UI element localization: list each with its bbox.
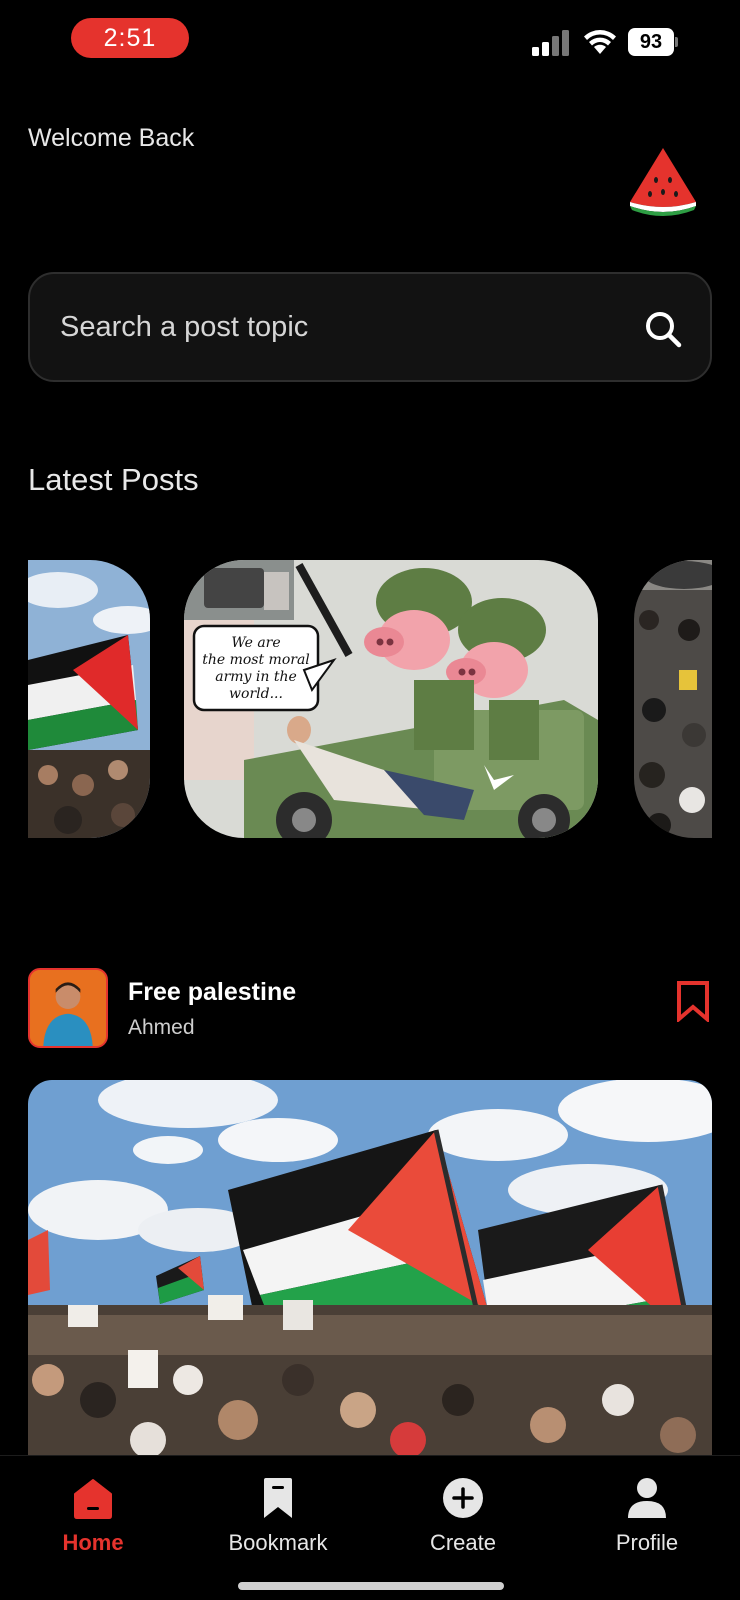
nav-home[interactable]: Home [18, 1476, 168, 1576]
search-icon[interactable] [642, 308, 684, 350]
post-image[interactable] [28, 1080, 712, 1455]
bookmark-icon [264, 1478, 292, 1518]
nav-create[interactable]: Create [388, 1476, 538, 1576]
post-header[interactable]: Free palestine Ahmed [28, 968, 712, 1050]
svg-text:the most moral: the most moral [202, 652, 310, 668]
post-author: Ahmed [128, 1016, 195, 1039]
latest-posts-carousel[interactable]: We are the most moral army in the world.… [0, 560, 740, 840]
svg-text:army in the: army in the [215, 669, 297, 685]
status-time: 2:51 [71, 18, 189, 58]
nav-bookmark-label: Bookmark [228, 1530, 328, 1555]
welcome-text: Welcome Back [28, 124, 195, 152]
bottom-nav: Home Bookmark Create Profile [0, 1455, 740, 1600]
plus-circle-icon [443, 1478, 483, 1518]
nav-profile-label: Profile [615, 1530, 679, 1555]
bookmark-icon[interactable] [676, 980, 710, 1022]
latest-posts-title: Latest Posts [28, 462, 199, 497]
svg-text:world...: world... [229, 686, 283, 702]
nav-profile[interactable]: Profile [572, 1476, 722, 1576]
post-title: Free palestine [128, 978, 297, 1006]
battery-indicator: 93 [628, 28, 678, 56]
latest-post-card[interactable] [28, 560, 150, 838]
search-input[interactable] [60, 302, 620, 352]
user-icon [628, 1478, 666, 1518]
home-indicator[interactable] [238, 1582, 504, 1590]
nav-bookmark[interactable]: Bookmark [203, 1476, 353, 1576]
signal-icon [532, 30, 569, 56]
search-bar[interactable] [28, 272, 712, 382]
wifi-icon [584, 30, 616, 54]
avatar[interactable] [28, 968, 108, 1048]
latest-post-card-featured[interactable]: We are the most moral army in the world.… [184, 560, 598, 838]
status-bar: 2:51 93 [0, 0, 740, 80]
svg-text:We are: We are [231, 635, 280, 651]
watermelon-icon [630, 148, 696, 216]
home-icon [74, 1479, 112, 1519]
latest-post-card[interactable] [634, 560, 712, 838]
battery-level: 93 [628, 28, 674, 56]
nav-home-label: Home [62, 1530, 124, 1555]
nav-create-label: Create [429, 1530, 497, 1555]
